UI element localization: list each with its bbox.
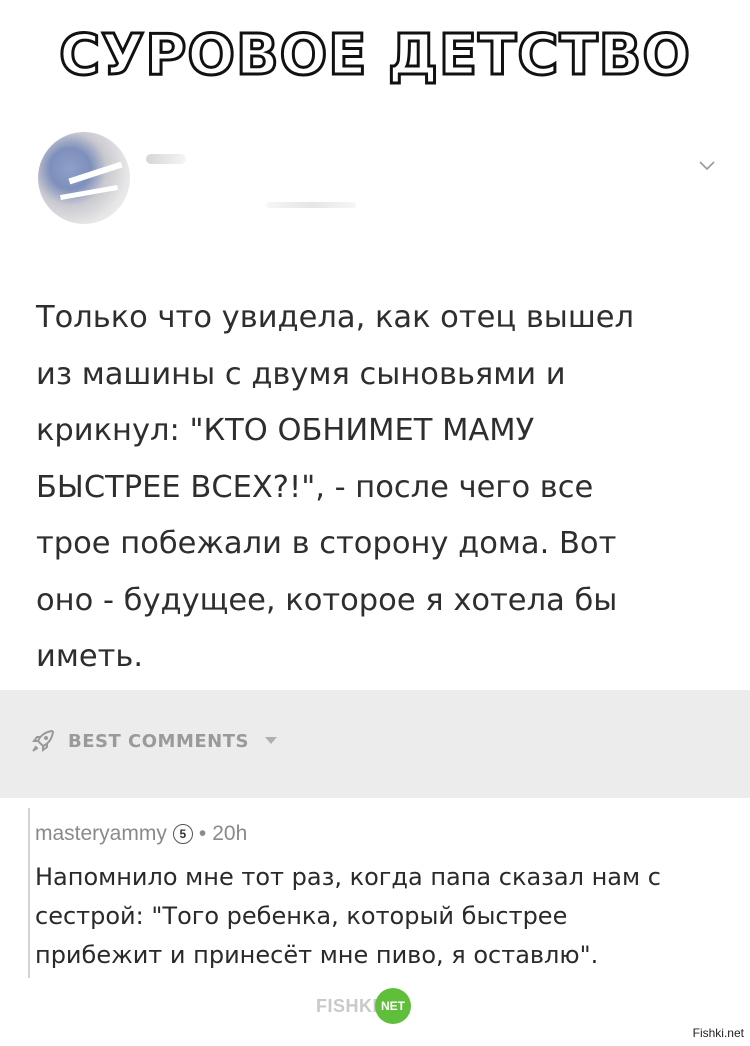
comment-meta: masteryammy 5 • 20h bbox=[35, 822, 247, 846]
caret-down-icon bbox=[264, 737, 277, 744]
meta-separator: • bbox=[198, 822, 207, 845]
avatar[interactable] bbox=[38, 132, 130, 224]
post-line: Только что увидела, как отец вышел bbox=[36, 300, 635, 335]
page-title: СУРОВОЕ ДЕТСТВО bbox=[58, 21, 692, 89]
comment-line: сестрой: "Того ребенка, который быстрее bbox=[35, 902, 568, 930]
best-comments-toggle[interactable]: BEST COMMENTS bbox=[30, 728, 277, 754]
chevron-down-icon[interactable] bbox=[696, 154, 718, 176]
blurred-username bbox=[146, 154, 186, 164]
post-line: из машины с двумя сыновьями и bbox=[36, 356, 566, 392]
comment-time: 20h bbox=[212, 822, 248, 845]
best-comments-label: BEST COMMENTS bbox=[68, 730, 249, 752]
post-line: трое побежали в сторону дома. Вот bbox=[36, 526, 617, 561]
watermark: Fishki.net bbox=[692, 1026, 744, 1040]
comment-line: прибежит и принесёт мне пиво, я оставлю"… bbox=[35, 941, 599, 969]
post-line: крикнул: "КТО ОБНИМЕТ МАМУ bbox=[36, 413, 535, 448]
post-text: Только что увидела, как отец вышел из ма… bbox=[36, 290, 716, 686]
fishki-logo: FISHKI NET bbox=[316, 988, 412, 1024]
comment: masteryammy 5 • 20h Напомнило мне тот ра… bbox=[0, 798, 750, 978]
comment-username[interactable]: masteryammy bbox=[35, 822, 167, 846]
best-comments-bar: BEST COMMENTS bbox=[0, 690, 750, 798]
rocket-icon bbox=[32, 729, 55, 752]
post-line: иметь. bbox=[36, 639, 144, 674]
logo-badge: NET bbox=[375, 988, 412, 1024]
comment-text: Напомнило мне тот раз, когда папа сказал… bbox=[35, 858, 725, 975]
post-line: оно - будущее, которое я хотела бы bbox=[36, 582, 618, 618]
comment-thread-line bbox=[28, 808, 30, 978]
post-header bbox=[38, 132, 718, 232]
logo-text: FISHKI bbox=[316, 995, 379, 1016]
comment-line: Напомнило мне тот раз, когда папа сказал… bbox=[35, 863, 661, 891]
badge-icon: 5 bbox=[172, 824, 193, 844]
title-banner: СУРОВОЕ ДЕТСТВО bbox=[0, 0, 750, 110]
post-line: БЫСТРЕЕ ВСЕХ?!", - после чего все bbox=[36, 469, 594, 505]
blurred-meta bbox=[266, 202, 356, 208]
